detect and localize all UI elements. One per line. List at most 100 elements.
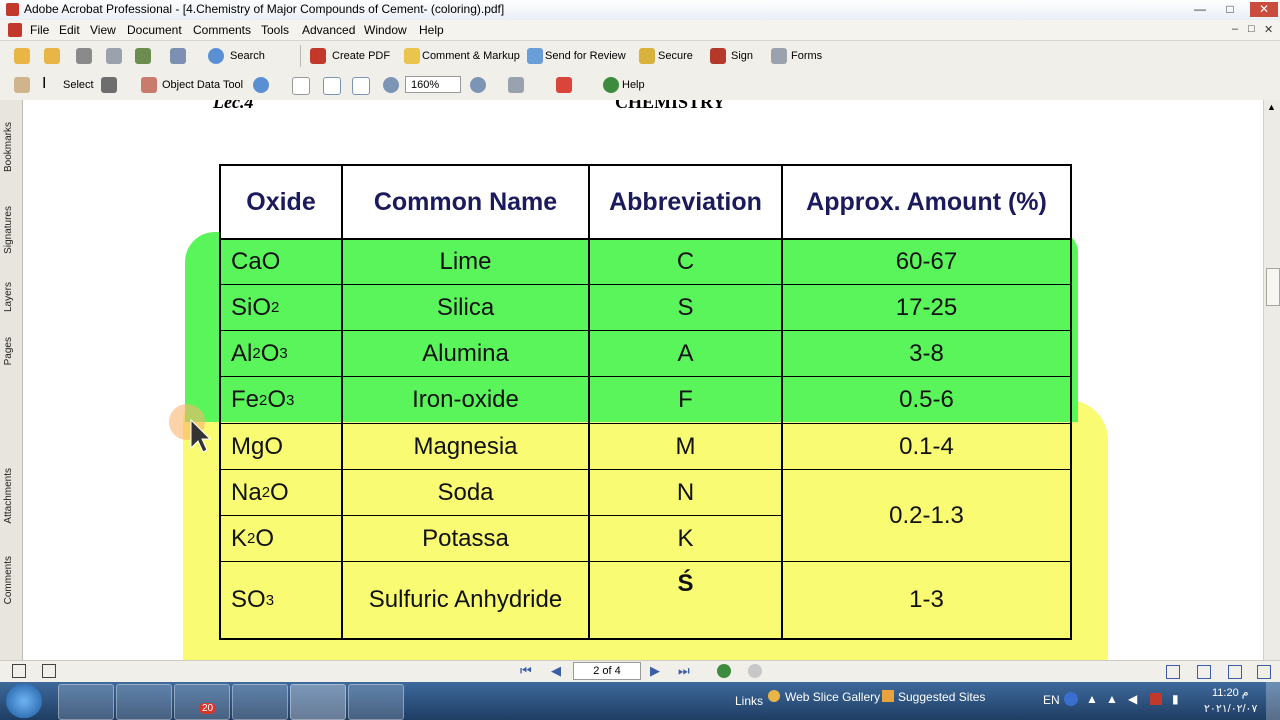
menu-tools[interactable]: Tools (261, 23, 289, 37)
fit-width-icon[interactable] (352, 77, 370, 95)
tab-attachments[interactable]: Attachments (3, 468, 14, 524)
start-button-icon[interactable] (6, 684, 42, 718)
fit-page-icon[interactable] (323, 77, 341, 95)
object-data-tool-button[interactable]: Object Data Tool (162, 79, 243, 91)
save-icon[interactable] (76, 48, 92, 64)
panel-toggle-icon[interactable] (12, 664, 26, 678)
sign-button[interactable]: Sign (731, 50, 753, 62)
page-display-icon[interactable] (508, 77, 524, 93)
show-desktop-button[interactable] (1266, 682, 1280, 720)
organizer-icon[interactable] (44, 48, 60, 64)
clock-date[interactable]: ٢٠٢١/٠٢/٠٧ (1204, 702, 1257, 715)
security-tray-icon[interactable] (1150, 693, 1162, 705)
amount-cell: 1-3 (909, 586, 944, 613)
oxide-cell: Na 2 O (221, 470, 341, 515)
taskbar-camtasia-icon[interactable] (348, 684, 404, 720)
first-page-icon[interactable]: ⏮ (520, 663, 532, 679)
menu-file[interactable]: File (30, 23, 49, 37)
menu-view[interactable]: View (90, 23, 116, 37)
comment-markup-button[interactable]: Comment & Markup (422, 50, 520, 62)
oxide-text: O (270, 478, 289, 506)
vertical-scrollbar[interactable]: ▲ (1263, 100, 1280, 660)
menu-comments[interactable]: Comments (193, 23, 251, 37)
go-forward-icon[interactable] (748, 664, 762, 678)
oxide-subscript: 2 (259, 391, 268, 409)
split-view-icon[interactable] (42, 664, 56, 678)
suggested-sites-link[interactable]: Suggested Sites (898, 690, 985, 704)
menu-help[interactable]: Help (419, 23, 444, 37)
menu-document[interactable]: Document (127, 23, 182, 37)
taskbar-office-icon[interactable] (232, 684, 288, 720)
minimize-button[interactable]: — (1188, 2, 1212, 17)
power-icon[interactable]: ▮ (1172, 692, 1179, 706)
print-icon[interactable] (106, 48, 122, 64)
yahoo-mail-icon[interactable] (556, 77, 572, 93)
continuous-icon[interactable] (1197, 665, 1211, 679)
maximize-button[interactable]: □ (1218, 2, 1242, 17)
tab-layers[interactable]: Layers (3, 282, 14, 312)
send-review-button[interactable]: Send for Review (545, 50, 626, 62)
attach-icon[interactable] (170, 48, 186, 64)
zoom-level-field[interactable]: 160% (405, 76, 461, 93)
tab-bookmarks[interactable]: Bookmarks (3, 122, 14, 172)
oxide-text: SO (231, 586, 266, 613)
menu-window[interactable]: Window (364, 23, 407, 37)
doc-close-button[interactable]: ✕ (1264, 23, 1273, 36)
clock-time[interactable]: 11:20 م (1212, 686, 1249, 699)
taskbar-acrobat-icon[interactable] (290, 684, 346, 720)
oxide-cell: CaO (231, 248, 281, 275)
toolbar-separator (300, 45, 301, 67)
forms-button[interactable]: Forms (791, 50, 822, 62)
zoom-out-icon[interactable] (383, 77, 399, 93)
doc-restore-button[interactable]: □ (1248, 23, 1255, 35)
oxide-subscript: 3 (265, 591, 275, 609)
zoom-in-tool-icon[interactable] (253, 77, 269, 93)
text-cursor-icon: I (42, 75, 47, 92)
open-folder-icon[interactable] (14, 48, 30, 64)
tab-comments[interactable]: Comments (3, 556, 14, 604)
menu-advanced[interactable]: Advanced (302, 23, 355, 37)
help-button[interactable]: Help (622, 79, 645, 91)
hand-tool-icon[interactable] (14, 77, 30, 93)
last-page-icon[interactable]: ⏭ (678, 663, 690, 679)
create-pdf-button[interactable]: Create PDF (332, 50, 390, 62)
show-hidden-icons[interactable]: ▲ (1086, 692, 1098, 706)
actual-size-icon[interactable] (292, 77, 310, 95)
speaker-icon[interactable]: ◀ (1128, 692, 1137, 706)
taskbar-media-player-icon[interactable] (116, 684, 172, 720)
taskbar-viber-icon[interactable]: 20 (174, 684, 230, 720)
help-tray-icon[interactable] (1064, 692, 1078, 706)
continuous-facing-icon[interactable] (1257, 665, 1271, 679)
doc-minimize-button[interactable]: – (1232, 23, 1238, 35)
oxide-text: K (231, 524, 248, 552)
web-slice-gallery-link[interactable]: Web Slice Gallery (785, 690, 880, 704)
links-toolbar-label[interactable]: Links (735, 694, 763, 708)
taskbar-explorer-icon[interactable] (58, 684, 114, 720)
chrome-icon (768, 690, 780, 702)
abbr-cell: S (677, 293, 694, 321)
oxide-cell: MgO (231, 432, 284, 460)
zoom-in-icon[interactable] (470, 77, 486, 93)
close-button[interactable]: ✕ (1250, 2, 1278, 17)
email-icon[interactable] (135, 48, 151, 64)
page-number-field[interactable]: 2 of 4 (573, 662, 641, 680)
previous-page-icon[interactable]: ◀ (551, 663, 561, 679)
network-icon[interactable]: ▲ (1106, 692, 1118, 706)
snapshot-icon[interactable] (101, 77, 117, 93)
scroll-thumb[interactable] (1266, 268, 1280, 306)
search-button[interactable]: Search (230, 50, 265, 62)
facing-icon[interactable] (1228, 665, 1242, 679)
single-page-icon[interactable] (1166, 665, 1180, 679)
go-back-icon[interactable] (717, 664, 731, 678)
select-tool-button[interactable]: Select (63, 79, 94, 91)
tab-pages[interactable]: Pages (3, 337, 14, 365)
scroll-up-arrow-icon[interactable]: ▲ (1267, 102, 1276, 112)
language-indicator[interactable]: EN (1043, 693, 1060, 707)
next-page-icon[interactable]: ▶ (650, 663, 660, 679)
menu-edit[interactable]: Edit (59, 23, 80, 37)
tab-signatures[interactable]: Signatures (3, 206, 14, 254)
search-icon[interactable] (208, 48, 224, 64)
amount-cell: 17-25 (895, 293, 958, 321)
oxide-text: Na (231, 478, 262, 506)
secure-button[interactable]: Secure (658, 50, 693, 62)
